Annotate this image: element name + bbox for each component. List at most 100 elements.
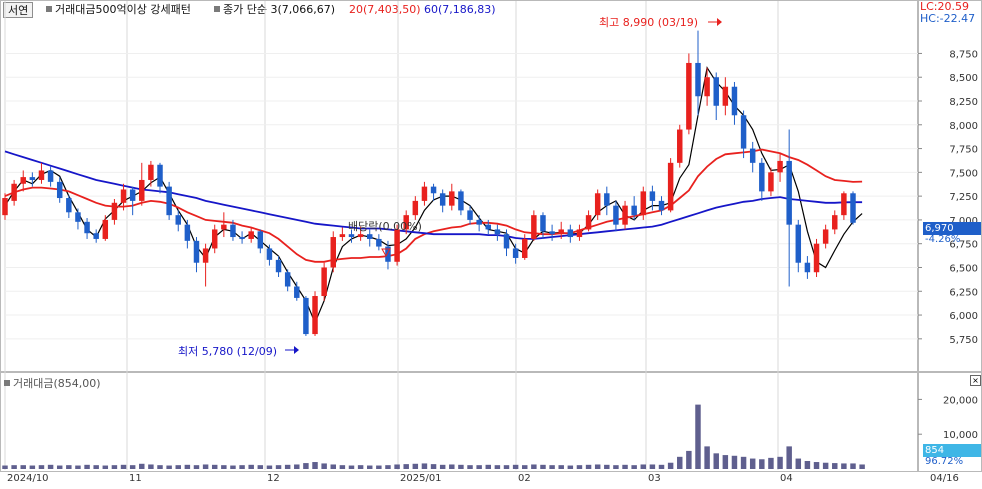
candle-body [768,172,774,192]
volume-bar [804,460,811,469]
volume-bar [266,465,273,469]
candle-body [476,219,482,225]
volume-bar [421,463,428,469]
candle-body [695,62,701,97]
volume-bar [294,464,300,469]
volume-bar [339,465,346,469]
candle-body [139,179,145,201]
price-axis-ticks: 5,7506,0006,2506,5006,7507,0007,2507,500… [918,49,978,346]
volume-bar [677,456,683,469]
volume-bar [522,465,528,469]
high-annotation: 최고 8,990 (03/19) [599,16,699,29]
volume-bar [777,456,783,469]
candle-body [66,198,72,213]
price-tick-label: 8,750 [949,49,978,60]
volume-bar [695,404,701,469]
volume-bar [467,465,473,469]
candle-body [275,259,282,273]
volume-bar [202,464,209,469]
candle-body [531,215,537,239]
candle-body [667,162,674,211]
volume-bar [366,465,373,469]
price-tick-label: 7,500 [949,168,978,179]
chart-canvas: 5,7506,0006,2506,5006,7507,0007,2507,500… [2,1,978,470]
candle-body [175,215,181,225]
candle-body [193,240,200,263]
candle-body [576,229,583,238]
volume-pane-close-icon[interactable]: × [970,375,981,386]
candle-body [549,231,555,235]
candle-body [677,129,683,163]
volume-bar [713,453,719,469]
candle-body [230,224,236,238]
candle-body [184,224,191,241]
volume-axis-ticks: 10,000 20,000 [918,395,978,441]
candle-body [449,191,455,206]
candle-body [357,234,364,238]
volume-bar [66,465,72,469]
volume-bar [576,465,583,469]
candle-body [376,238,382,247]
volume-bar [2,465,8,469]
candle-body [211,229,218,249]
candle-body [330,237,336,268]
volume-bar [84,464,90,469]
price-tick-label: 6,250 [949,287,978,298]
candle-body [84,221,90,234]
volume-bar [768,457,774,469]
candle-body [202,248,209,263]
price-tick-label: 6,500 [949,263,978,274]
candle-body [239,237,245,239]
volume-bar [795,458,802,469]
candle-body [221,224,227,230]
volume-marker-icon [4,380,10,386]
volume-bar [594,464,601,469]
candle-body [567,229,574,238]
volume-bar [832,463,838,469]
volume-bar [622,464,628,469]
candle-body [585,215,592,230]
candle-body [613,205,619,225]
candle-body [713,77,719,106]
volume-bar [20,465,26,469]
candle-body [759,162,765,192]
candle-body [93,233,99,239]
volume-bar [686,450,692,469]
candle-body [740,115,747,149]
volume-bar [385,465,391,469]
candle-body [731,86,738,116]
high-arrow-head [717,18,722,26]
candle-body [11,183,17,201]
candle-body [722,86,729,106]
volume-percent: 96.72% [925,456,964,467]
volume-bar [129,465,136,469]
x-tick-label: 03 [648,473,661,484]
volume-bar [841,463,847,469]
candle-body [804,262,811,273]
candle-body [303,297,309,335]
candle-body [339,234,346,238]
candle-body [813,243,820,273]
volume-bar [157,465,163,469]
volume-bar [403,464,409,469]
volume-bar [412,463,419,469]
volume-bar [531,464,537,469]
volume-bar [731,455,738,469]
candle-body [394,229,400,262]
x-tick-label: 2024/10 [7,473,49,484]
volume-bar [11,465,17,469]
volume-bar [257,465,264,469]
volume-bar [822,462,829,469]
candle-body [822,229,829,244]
volume-bar [613,465,619,469]
annotation-markers [285,18,722,354]
volume-bar [640,464,647,469]
candle-body [38,170,45,180]
grid-layer [4,1,918,470]
ma-line-20 [4,148,863,263]
volume-bar [348,465,355,469]
volume-bar [604,464,610,469]
x-tick-label: 04 [780,473,793,484]
volume-bar [722,455,729,469]
candle-body [850,193,856,223]
